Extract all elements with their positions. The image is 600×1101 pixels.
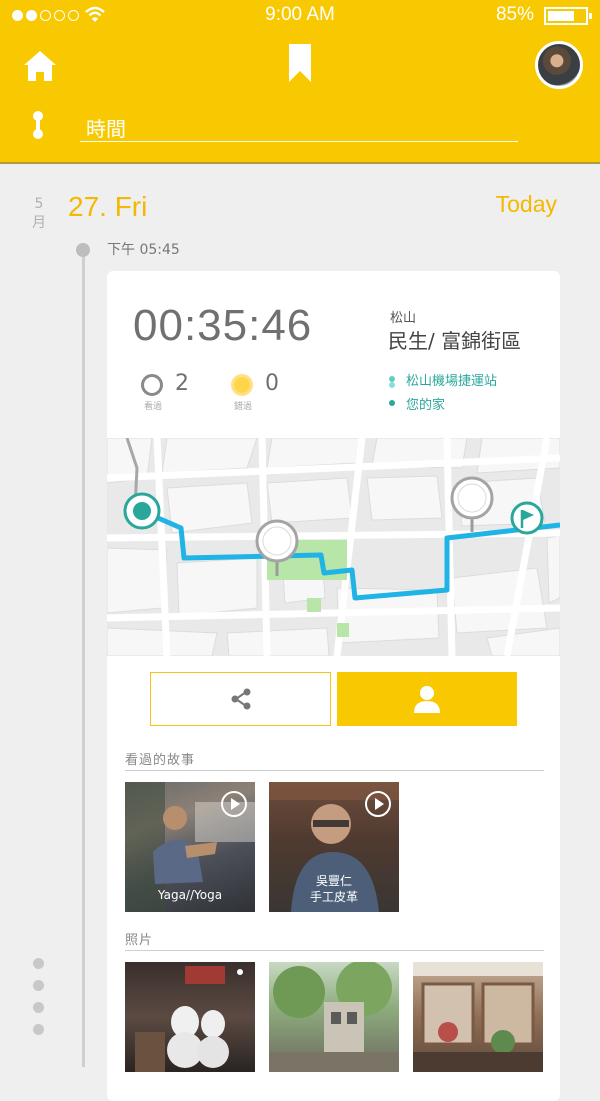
- stop-item[interactable]: 松山機場捷運站: [389, 367, 497, 391]
- passed-count: 0: [265, 371, 279, 396]
- month-label: 5 月: [30, 195, 48, 233]
- timeline-dot: [76, 243, 90, 257]
- trip-card: 00:35:46 2 看過 0 錯過 松山 民生/ 富錦街區 松山機場捷運站 您…: [107, 271, 560, 1101]
- month-unit: 月: [32, 215, 46, 231]
- section-divider: [125, 950, 544, 951]
- stop-label: 您的家: [406, 397, 446, 413]
- story-caption-name: 吳豐仁: [315, 874, 352, 888]
- story-caption-subtitle: 手工皮革: [309, 890, 358, 904]
- profile-button[interactable]: [337, 672, 517, 726]
- finish-flag-icon: [510, 501, 544, 535]
- photo-image: [135, 966, 243, 1072]
- page-dot: [33, 958, 44, 969]
- stop-label: 松山機場捷運站: [406, 373, 498, 389]
- stop-bullet: [389, 400, 395, 406]
- trip-duration: 00:35:46: [133, 301, 313, 350]
- story-card[interactable]: 吳豐仁 手工皮革: [269, 782, 399, 912]
- search-input[interactable]: 時間: [80, 110, 518, 142]
- map-canvas: [107, 438, 560, 656]
- section-divider: [125, 770, 544, 771]
- story-card[interactable]: Yaga//Yoga: [125, 782, 255, 912]
- share-icon: [231, 688, 250, 710]
- location-area: 松山: [390, 311, 417, 326]
- play-icon[interactable]: [365, 791, 391, 817]
- park-area: [337, 623, 349, 637]
- battery-fill: [548, 11, 574, 21]
- date-heading: 27. Fri: [68, 191, 148, 222]
- photos-heading: 照片: [125, 933, 154, 948]
- seen-stat: 2 看過: [141, 371, 189, 412]
- person-icon: [414, 686, 440, 713]
- stop-connector-dot: [389, 382, 395, 388]
- page-dot: [33, 1024, 44, 1035]
- passed-label: 錯過: [233, 402, 252, 412]
- app-header: 時間: [0, 32, 600, 164]
- month-number: 5: [34, 196, 44, 212]
- seen-count: 2: [175, 371, 189, 396]
- photo-thumbnail[interactable]: [413, 962, 543, 1072]
- card-actions: [150, 672, 517, 726]
- timeline-line: [82, 250, 85, 1067]
- photo-image: [269, 962, 399, 1072]
- entry-time: 下午 05:45: [107, 242, 180, 258]
- page-dot: [33, 1002, 44, 1013]
- passed-ring-icon: [231, 374, 253, 396]
- battery-nub: [589, 13, 592, 19]
- photo-thumbnail[interactable]: [125, 962, 255, 1072]
- today-label: Today: [495, 191, 557, 217]
- story-caption: Yaga//Yoga: [157, 888, 223, 902]
- battery-icon: [544, 7, 592, 25]
- location-name: 民生/ 富錦街區: [388, 329, 522, 353]
- share-button[interactable]: [150, 672, 331, 726]
- route-map[interactable]: [107, 438, 560, 656]
- photo-thumbnail[interactable]: [269, 962, 399, 1072]
- seen-label: 看過: [143, 402, 162, 412]
- passed-stat: 0 錯過: [231, 371, 279, 412]
- page-indicator: [33, 958, 44, 1035]
- bookmark-icon[interactable]: [283, 42, 317, 84]
- play-icon[interactable]: [221, 791, 247, 817]
- seen-ring-icon: [141, 374, 163, 396]
- page-dot: [33, 980, 44, 991]
- park-area: [307, 598, 321, 612]
- home-icon[interactable]: [20, 46, 60, 86]
- stop-list: 松山機場捷運站 您的家: [389, 367, 497, 415]
- photo-image: [413, 962, 543, 1072]
- stop-item[interactable]: 您的家: [389, 391, 497, 415]
- start-pin-icon: [123, 492, 161, 530]
- stories-heading: 看過的故事: [125, 753, 196, 768]
- route-icon[interactable]: [26, 110, 50, 140]
- status-bar: 9:00 AM 85%: [0, 0, 600, 32]
- avatar[interactable]: [535, 41, 583, 89]
- battery-percent: 85%: [495, 4, 534, 25]
